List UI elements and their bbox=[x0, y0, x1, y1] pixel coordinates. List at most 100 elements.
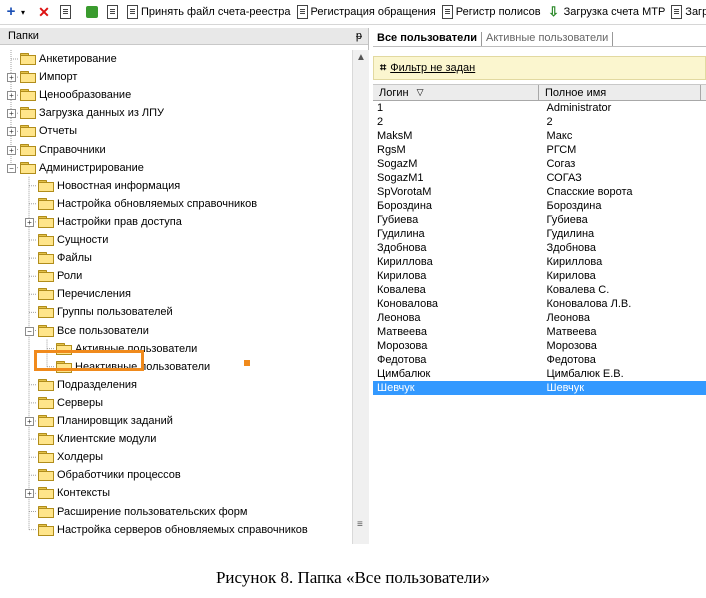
tree-node-label: Группы пользователей bbox=[57, 306, 173, 319]
expand-icon[interactable]: + bbox=[7, 145, 16, 155]
tree-node[interactable]: Ценообразование bbox=[20, 86, 131, 104]
tree-node[interactable]: Все пользователи bbox=[38, 322, 149, 340]
tree-node[interactable]: Файлы bbox=[38, 249, 92, 267]
tree-node[interactable]: Обработчики процессов bbox=[38, 466, 181, 484]
table-row[interactable]: Морозова Морозова bbox=[373, 339, 706, 353]
table-row[interactable]: Коновалова Коновалова Л.В. bbox=[373, 297, 706, 311]
table-row[interactable]: Губиева Губиева bbox=[373, 213, 706, 227]
expand-icon[interactable]: + bbox=[7, 109, 16, 119]
table-row[interactable]: Матвеева Матвеева bbox=[373, 325, 706, 339]
document-icon bbox=[296, 5, 308, 19]
table-row[interactable]: SogazM Согаз bbox=[373, 157, 706, 171]
tree-node[interactable]: Справочники bbox=[20, 141, 106, 159]
tab-all-users[interactable]: Все пользователи bbox=[373, 32, 482, 46]
tree-node[interactable]: Контексты bbox=[38, 484, 110, 502]
scroll-up-icon[interactable]: ▲ bbox=[353, 50, 369, 66]
tree-node[interactable]: Настройка обновляемых справочников bbox=[38, 195, 257, 213]
delete-button[interactable]: ✕ bbox=[35, 2, 56, 22]
table-row[interactable]: 22 bbox=[373, 115, 706, 129]
tree-node[interactable]: Администрирование bbox=[20, 159, 144, 177]
table-row[interactable]: Гудилина Гудилина bbox=[373, 227, 706, 241]
tab-active-users[interactable]: Активные пользователи bbox=[482, 32, 614, 46]
upload-button[interactable]: Загрузка bbox=[669, 2, 706, 22]
table-row[interactable]: RgsM РГСМ bbox=[373, 143, 706, 157]
login-cell: RgsM bbox=[377, 144, 406, 156]
expand-icon[interactable]: + bbox=[7, 73, 16, 83]
fullname-cell: Согаз bbox=[546, 158, 576, 170]
login-cell: SogazM1 bbox=[377, 172, 424, 184]
pin-icon[interactable]: ᵽ bbox=[356, 30, 362, 42]
tree-node[interactable]: Отчеты bbox=[20, 122, 77, 140]
folder-icon bbox=[38, 469, 54, 482]
folder-icon bbox=[20, 125, 36, 138]
refresh-button[interactable] bbox=[84, 2, 103, 22]
expand-icon[interactable]: + bbox=[7, 127, 16, 137]
tree-node-label: Анкетирование bbox=[39, 53, 117, 65]
copy-button[interactable] bbox=[58, 2, 76, 22]
dropdown-arrow-icon[interactable]: ▾ bbox=[21, 8, 25, 17]
login-cell: SpVorotaM bbox=[377, 186, 432, 198]
folder-icon bbox=[38, 197, 54, 210]
tree-node[interactable]: Расширение пользовательских форм bbox=[38, 503, 247, 521]
accept-registry-button[interactable]: Принять файл счета-реестра bbox=[125, 2, 293, 22]
collapse-icon[interactable]: − bbox=[7, 163, 16, 173]
expand-icon[interactable]: + bbox=[25, 489, 34, 499]
table-row[interactable]: Здобнова Здобнова bbox=[373, 241, 706, 255]
folder-icon bbox=[38, 324, 54, 337]
document-icon bbox=[671, 5, 683, 19]
tree-node[interactable]: Планировщик заданий bbox=[38, 412, 173, 430]
tree-node-label: Сущности bbox=[57, 234, 109, 246]
expand-icon[interactable]: + bbox=[25, 417, 34, 426]
tree-node[interactable]: Импорт bbox=[20, 68, 77, 86]
policy-icon bbox=[441, 5, 453, 19]
table-row[interactable]: Кирилова Кирилова bbox=[373, 269, 706, 283]
properties-button[interactable] bbox=[105, 2, 123, 22]
tree-node[interactable]: Настройка серверов обновляемых справочни… bbox=[38, 521, 308, 539]
tree-node[interactable]: Холдеры bbox=[38, 448, 103, 466]
tree-node[interactable]: Серверы bbox=[38, 394, 103, 412]
folders-vertical-scrollbar[interactable]: ▲ ≡ bbox=[352, 50, 369, 544]
table-row[interactable]: Федотова Федотова bbox=[373, 353, 706, 367]
filter-link[interactable]: Фильтр не задан bbox=[390, 62, 475, 74]
collapse-icon[interactable]: − bbox=[25, 326, 34, 336]
tree-node[interactable]: Подразделения bbox=[38, 376, 137, 394]
tree-node[interactable]: Настройки прав доступа bbox=[38, 213, 182, 231]
tree-node[interactable]: Роли bbox=[38, 267, 82, 285]
tree-node[interactable]: Перечисления bbox=[38, 285, 131, 303]
tree-node[interactable]: Группы пользователей bbox=[38, 303, 173, 321]
expand-icon[interactable]: + bbox=[25, 217, 34, 227]
tree-node[interactable]: Новостная информация bbox=[38, 177, 180, 195]
annotation-marker bbox=[244, 360, 250, 366]
table-row[interactable]: Шевчук Шевчук bbox=[373, 381, 706, 395]
add-button[interactable]: + ▾ bbox=[2, 2, 27, 22]
tree-node[interactable]: Загрузка данных из ЛПУ bbox=[20, 104, 164, 122]
tree-node[interactable]: Клиентские модули bbox=[38, 430, 156, 448]
policy-register-button[interactable]: Регистр полисов bbox=[440, 2, 543, 22]
scroll-grip-icon[interactable]: ≡ bbox=[357, 520, 365, 530]
tree-node[interactable]: Анкетирование bbox=[20, 50, 117, 68]
tree-node-label: Подразделения bbox=[57, 378, 137, 391]
folder-icon bbox=[38, 306, 54, 319]
table-row[interactable]: MaksM Макс bbox=[373, 129, 706, 143]
table-row[interactable]: SpVorotaM Спасские ворота bbox=[373, 185, 706, 199]
table-row[interactable]: Кириллова Кириллова bbox=[373, 255, 706, 269]
login-cell: Бороздина bbox=[377, 200, 433, 212]
table-row[interactable]: Бороздина Бороздина bbox=[373, 199, 706, 213]
folder-icon bbox=[20, 53, 36, 65]
login-cell: SogazM bbox=[377, 158, 418, 170]
table-row[interactable]: 1 Administrator bbox=[373, 101, 706, 115]
tree-node[interactable]: Сущности bbox=[38, 231, 108, 249]
column-header-fullname[interactable]: Полное имя bbox=[539, 85, 701, 100]
column-header-login[interactable]: Логин ▽ bbox=[373, 85, 539, 100]
table-row[interactable]: Ковалева Ковалева С. bbox=[373, 283, 706, 297]
grid-rows: 1 Administrator 2 2 MaksM Макс RgsM РГСМ SogazM С… bbox=[373, 101, 706, 395]
expand-icon[interactable]: + bbox=[7, 91, 16, 101]
table-row[interactable]: SogazM1 СОГАЗ bbox=[373, 171, 706, 185]
table-row[interactable]: Леонова Леонова bbox=[373, 311, 706, 325]
folder-icon bbox=[38, 378, 54, 391]
table-row[interactable]: Цимбалюк Цимбалюк Е.В. bbox=[373, 367, 706, 381]
upload-mtr-button[interactable]: ⇩ Загрузка счета МТР bbox=[545, 2, 668, 22]
fullname-cell: Морозова bbox=[546, 340, 597, 352]
folder-icon bbox=[20, 71, 36, 84]
register-request-button[interactable]: Регистрация обращения bbox=[295, 2, 438, 22]
